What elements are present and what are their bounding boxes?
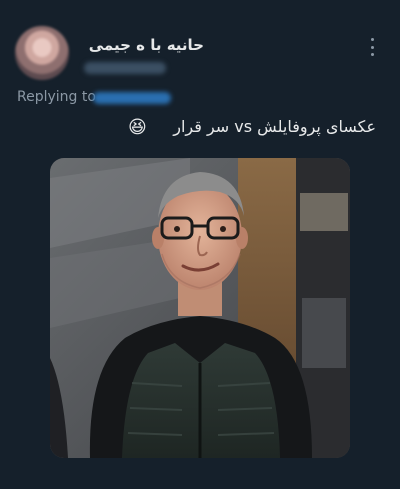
more-vertical-icon[interactable]	[368, 38, 376, 56]
right-eye	[220, 226, 226, 232]
background-shelf	[300, 193, 348, 231]
more-dot	[370, 45, 374, 49]
tweet: حانیه با ه جیمی Replying to عکسای پروفای…	[0, 0, 400, 489]
replying-to-handle-redacted[interactable]	[93, 92, 171, 104]
avatar[interactable]	[15, 26, 69, 80]
author-handle-redacted	[84, 62, 166, 74]
left-eye	[174, 226, 180, 232]
author-display-name[interactable]: حانیه با ه جیمی	[84, 36, 204, 54]
laughing-emoji: 😆	[128, 117, 147, 138]
replying-to-label: Replying to	[17, 89, 96, 105]
background-shelf	[302, 298, 346, 368]
more-dot	[370, 38, 374, 41]
more-dot	[370, 53, 374, 56]
photo-illustration	[50, 158, 350, 458]
tweet-text: عکسای پروفایلش vs سر قرار	[173, 117, 376, 136]
tweet-media-photo[interactable]	[50, 158, 350, 458]
